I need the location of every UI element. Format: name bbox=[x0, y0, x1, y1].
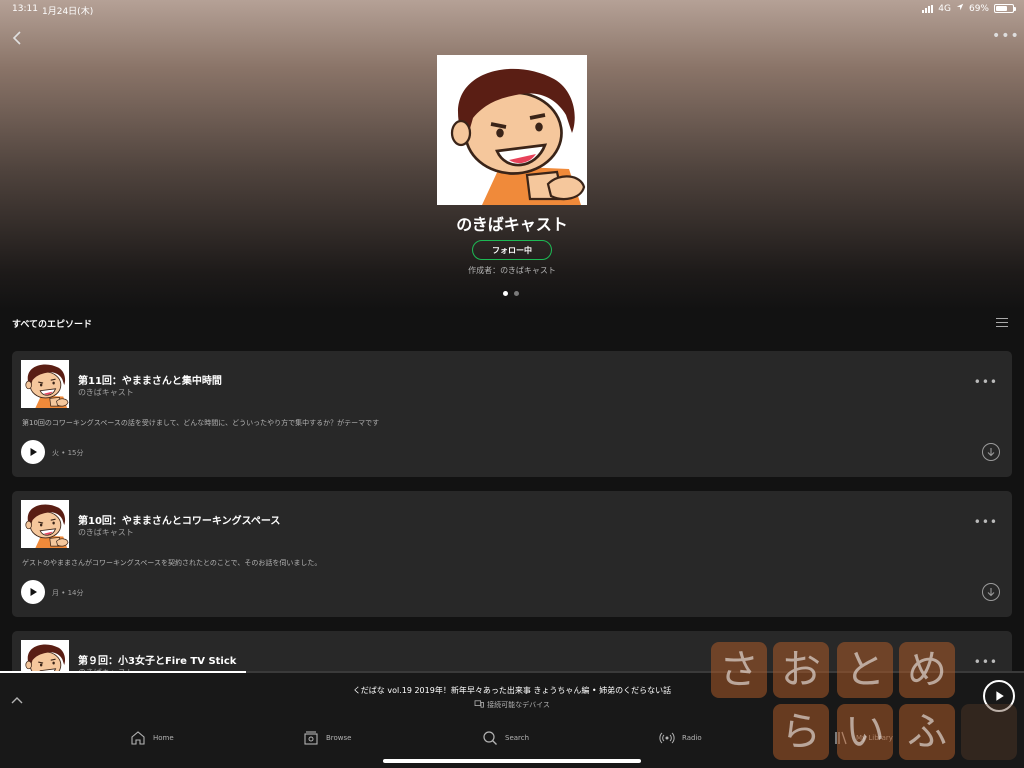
connect-devices[interactable]: 接続可能なデバイス bbox=[0, 700, 1024, 710]
now-playing-bar[interactable]: くだばな vol.19 2019年！新年早々あった出来事 きょうちゃん編 • 姉… bbox=[0, 671, 1024, 718]
episode-title[interactable]: 第11回：やままさんと集中時間 bbox=[78, 372, 222, 387]
show-title: のきばキャスト bbox=[456, 215, 568, 234]
battery-icon bbox=[994, 4, 1016, 13]
show-cover-art bbox=[437, 55, 587, 205]
more-horizontal-icon: ••• bbox=[973, 655, 998, 669]
episode-card[interactable]: 第11回：やままさんと集中時間 のきばキャスト ••• 第10回のコワーキングス… bbox=[12, 351, 1012, 477]
tab-radio-label: Radio bbox=[682, 734, 702, 742]
status-time: 13:11 bbox=[12, 4, 38, 14]
follow-button[interactable]: フォロー中 bbox=[472, 240, 552, 260]
list-icon[interactable] bbox=[996, 318, 1008, 328]
now-playing-play-button[interactable] bbox=[983, 680, 1015, 712]
playback-progress-fill bbox=[0, 671, 246, 673]
battery-level bbox=[996, 6, 1008, 11]
episode-title[interactable]: 第９回：小3女子とFire TV Stick bbox=[78, 652, 236, 667]
episode-more-button[interactable]: ••• bbox=[974, 375, 998, 389]
more-options-button[interactable]: ••• bbox=[992, 28, 1019, 44]
signal-strength-icon bbox=[922, 4, 934, 13]
download-button[interactable] bbox=[982, 443, 1000, 461]
browse-icon bbox=[304, 731, 318, 745]
more-horizontal-icon: ••• bbox=[973, 375, 998, 389]
download-button[interactable] bbox=[982, 583, 1000, 601]
tab-browse-label: Browse bbox=[326, 734, 352, 742]
location-icon bbox=[956, 3, 964, 14]
radio-icon bbox=[659, 732, 675, 744]
network-type: 4G bbox=[938, 3, 951, 14]
tab-home[interactable]: Home bbox=[130, 729, 174, 747]
tab-library-label: My Library bbox=[856, 734, 893, 742]
battery-percent: 69% bbox=[968, 3, 989, 14]
devices-icon bbox=[474, 700, 484, 708]
chevron-left-icon bbox=[12, 31, 21, 45]
section-title: すべてのエピソード bbox=[12, 320, 93, 330]
search-icon bbox=[483, 731, 497, 745]
now-playing-title: くだばな vol.19 2019年！新年早々あった出来事 きょうちゃん編 • 姉… bbox=[352, 686, 672, 695]
episode-meta: 火 • 15分 bbox=[52, 449, 84, 457]
page-dot-1[interactable] bbox=[503, 291, 508, 296]
download-icon bbox=[987, 588, 995, 597]
more-horizontal-icon: ••• bbox=[973, 515, 998, 529]
back-button[interactable] bbox=[8, 28, 28, 48]
episode-description: ゲストのやままさんがコワーキングスペースを契約されたとのことで、そのお話を伺いま… bbox=[22, 559, 322, 567]
play-icon bbox=[996, 691, 1004, 701]
status-indicators: 4G 69% bbox=[922, 3, 1016, 14]
episode-art bbox=[21, 500, 69, 548]
episode-art bbox=[21, 360, 69, 408]
episode-show-name: のきばキャスト bbox=[78, 388, 134, 397]
episode-show-name: のきばキャスト bbox=[78, 528, 134, 537]
page-dot-2[interactable] bbox=[514, 291, 519, 296]
home-icon bbox=[131, 731, 145, 745]
episode-play-button[interactable] bbox=[21, 440, 45, 464]
episode-play-button[interactable] bbox=[21, 580, 45, 604]
more-horizontal-icon: ••• bbox=[992, 28, 1020, 44]
status-bar: 13:11 1月24日(木) 4G 69% bbox=[0, 0, 1024, 20]
download-icon bbox=[987, 448, 995, 457]
home-indicator[interactable] bbox=[383, 759, 641, 763]
episode-more-button[interactable]: ••• bbox=[974, 515, 998, 529]
episode-title[interactable]: 第10回：やままさんとコワーキングスペース bbox=[78, 512, 280, 527]
episode-card[interactable]: 第10回：やままさんとコワーキングスペース のきばキャスト ••• ゲストのやま… bbox=[12, 491, 1012, 617]
episode-more-button[interactable]: ••• bbox=[974, 655, 998, 669]
tab-home-label: Home bbox=[153, 734, 174, 742]
tab-browse[interactable]: Browse bbox=[303, 729, 352, 747]
playback-progress bbox=[0, 671, 1024, 673]
show-creator: 作成者：のきばキャスト bbox=[468, 266, 556, 275]
tab-search[interactable]: Search bbox=[482, 729, 529, 747]
tab-search-label: Search bbox=[505, 734, 530, 742]
episode-description: 第10回のコワーキングスペースの話を受けまして、どんな時間に、どういったやり方で… bbox=[22, 419, 380, 427]
play-icon bbox=[30, 448, 37, 456]
play-icon bbox=[30, 588, 37, 596]
tab-radio[interactable]: Radio bbox=[659, 729, 702, 747]
status-date: 1月24日(木) bbox=[42, 7, 94, 17]
tab-library[interactable]: My Library bbox=[833, 729, 893, 747]
library-icon bbox=[835, 731, 847, 745]
connect-devices-label: 接続可能なデバイス bbox=[487, 701, 550, 709]
episode-meta: 月 • 14分 bbox=[52, 589, 84, 597]
page-indicator[interactable] bbox=[503, 291, 519, 296]
